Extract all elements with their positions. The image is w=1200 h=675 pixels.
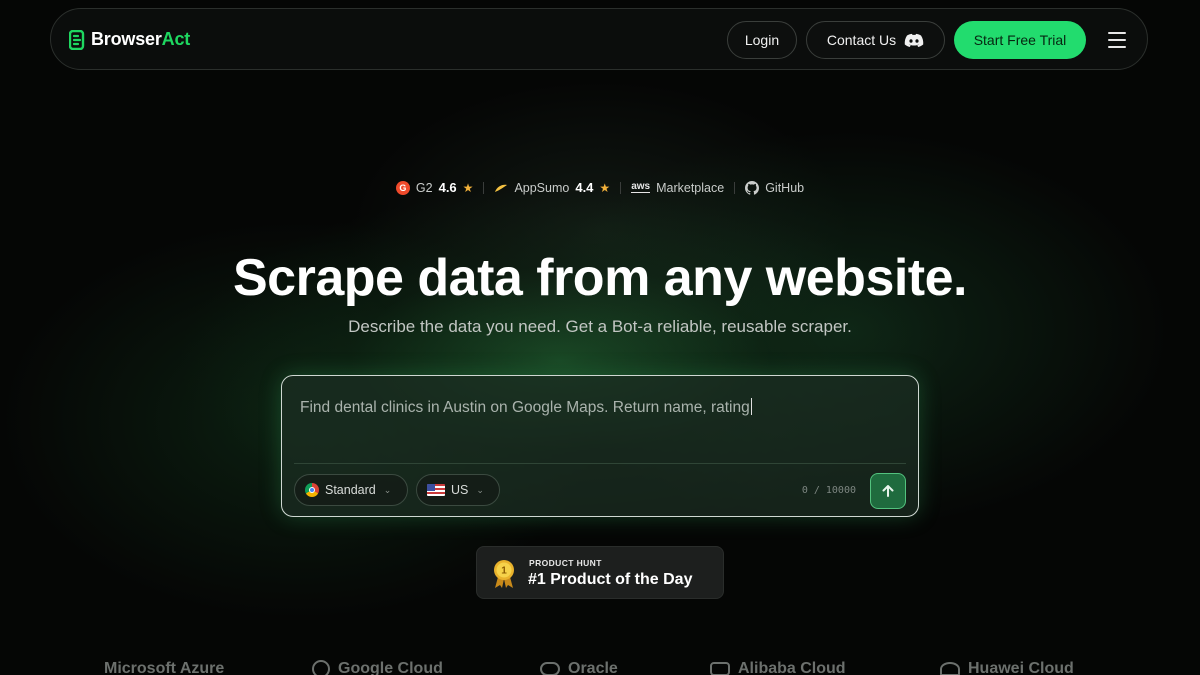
cloud-name: Alibaba Cloud: [738, 660, 846, 675]
chevron-down-icon: ⌄: [383, 484, 392, 495]
prompt-input-value: Find dental clinics in Austin on Google …: [300, 399, 750, 416]
appsumo-label: AppSumo: [514, 180, 570, 195]
cloud-logo-alibaba: Alibaba Cloud: [710, 660, 846, 675]
cloud-logo-google: Google Cloud: [312, 660, 443, 675]
region-value: US: [451, 483, 469, 497]
cloud-name: Oracle: [568, 660, 618, 675]
hamburger-menu-icon[interactable]: [1103, 26, 1131, 54]
logo[interactable]: Browser Act: [69, 29, 190, 50]
text-caret: [750, 398, 752, 415]
star-icon: ★: [462, 180, 474, 195]
browser-mode-select[interactable]: Standard ⌄: [294, 474, 408, 506]
logo-text: Browser Act: [91, 29, 190, 50]
g2-label: G2: [415, 180, 433, 195]
hero-title: Scrape data from any website.: [233, 249, 968, 307]
product-hunt-badge[interactable]: 1 PRODUCT HUNT #1 Product of the Day: [476, 546, 724, 599]
aws-marketplace-badge[interactable]: aws Marketplace: [621, 181, 734, 195]
nav-actions: Login Contact Us Start Free Trial: [727, 21, 1131, 59]
appsumo-score: 4.4: [575, 180, 594, 195]
github-label: GitHub: [765, 180, 805, 195]
cloud-partners-row: Microsoft Azure Google Cloud Oracle Alib…: [0, 660, 1200, 675]
arrow-up-icon: [882, 485, 894, 497]
contact-us-button[interactable]: Contact Us: [806, 21, 945, 59]
hero-subtitle: Describe the data you need. Get a Bot-a …: [348, 317, 852, 336]
huawei-cloud-icon: [940, 662, 960, 675]
github-badge[interactable]: GitHub: [735, 180, 814, 195]
us-flag-icon: [427, 484, 445, 496]
alibaba-cloud-icon: [710, 662, 730, 675]
google-cloud-icon: [312, 660, 330, 675]
browser-mode-value: Standard: [325, 483, 376, 497]
cloud-logo-huawei: Huawei Cloud: [940, 660, 1074, 675]
chevron-down-icon: ⌄: [476, 484, 484, 495]
cloud-name: Microsoft Azure: [104, 660, 225, 675]
g2-score: 4.6: [438, 180, 457, 195]
start-free-trial-label: Start Free Trial: [973, 32, 1067, 48]
medal-number: 1: [501, 566, 507, 577]
medal-icon: 1: [494, 560, 514, 588]
appsumo-badge[interactable]: AppSumo 4.4 ★: [484, 180, 620, 195]
page: Browser Act Login Contact Us Start Free T…: [0, 0, 1200, 675]
browseract-logo-icon: [69, 29, 85, 50]
marketplace-label: Marketplace: [656, 180, 725, 195]
cloud-logo-oracle: Oracle: [540, 660, 618, 675]
contact-us-label: Contact Us: [826, 32, 897, 48]
top-navbar: Browser Act Login Contact Us Start Free T…: [50, 8, 1148, 70]
g2-icon: G: [395, 180, 410, 195]
cloud-name: Huawei Cloud: [968, 660, 1074, 675]
star-icon: ★: [599, 180, 611, 195]
prompt-input[interactable]: Find dental clinics in Austin on Google …: [300, 398, 752, 417]
chrome-icon: [305, 483, 319, 497]
product-hunt-title: #1 Product of the Day: [528, 571, 693, 588]
start-free-trial-button[interactable]: Start Free Trial: [954, 21, 1086, 59]
appsumo-icon: [495, 184, 508, 192]
submit-button[interactable]: [870, 473, 906, 509]
product-hunt-eyebrow: PRODUCT HUNT: [529, 558, 602, 568]
character-counter: 0 / 10000: [801, 485, 856, 496]
cloud-logo-azure: Microsoft Azure: [104, 660, 224, 675]
logo-text-act: Act: [161, 29, 191, 49]
oracle-icon: [540, 662, 560, 675]
logo-text-browser: Browser: [91, 29, 162, 49]
g2-badge[interactable]: G G2 4.6 ★: [386, 180, 484, 195]
prompt-box: Find dental clinics in Austin on Google …: [281, 375, 919, 517]
aws-logo: aws: [631, 181, 651, 193]
prompt-divider: [294, 463, 906, 464]
region-select[interactable]: US ⌄: [416, 474, 500, 506]
cloud-name: Google Cloud: [338, 660, 443, 675]
login-button[interactable]: Login: [727, 21, 797, 59]
rating-badges: G G2 4.6 ★ AppSumo 4.4 ★ aws Marketplace…: [0, 180, 1200, 195]
github-icon: [745, 180, 760, 195]
discord-icon: [904, 33, 924, 47]
login-button-label: Login: [744, 32, 780, 48]
